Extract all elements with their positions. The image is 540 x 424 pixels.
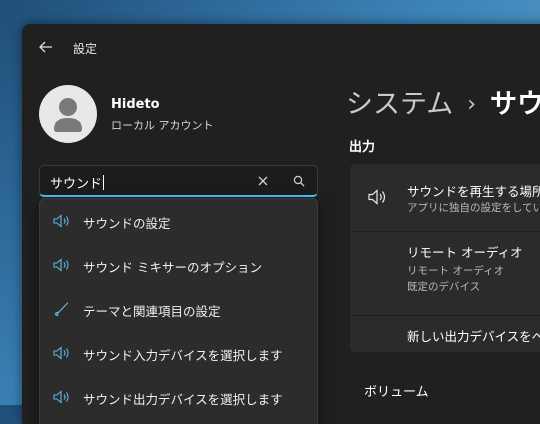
- speaker-icon: [52, 344, 72, 362]
- search-input[interactable]: サウンド: [50, 177, 102, 192]
- pair-new-output-row[interactable]: 新しい出力デバイスをペア: [350, 316, 540, 352]
- user-name: Hideto: [111, 97, 160, 112]
- row-subtitle: リモート オーディオ: [407, 265, 505, 277]
- suggestion-item[interactable]: テーマと関連項目の設定: [40, 289, 317, 329]
- suggestion-item[interactable]: サウンドの設定: [40, 201, 317, 241]
- breadcrumb: システム › サウン: [346, 82, 540, 121]
- window-title: 設定: [73, 42, 98, 56]
- text-caret: [103, 175, 105, 190]
- speaker-icon: [52, 256, 72, 274]
- row-title: 新しい出力デバイスをペア: [407, 329, 540, 344]
- remote-audio-row[interactable]: リモート オーディオ リモート オーディオ 既定のデバイス: [350, 232, 540, 315]
- breadcrumb-separator: ›: [467, 92, 477, 117]
- brush-icon: [52, 300, 72, 318]
- suggestion-label: サウンド出力デバイスを選択します: [83, 392, 283, 407]
- search-box[interactable]: サウンド: [39, 165, 318, 197]
- back-button[interactable]: [34, 36, 58, 58]
- breadcrumb-parent[interactable]: システム: [346, 89, 453, 120]
- suggestion-item[interactable]: サウンド出力デバイスを選択します: [40, 377, 317, 417]
- suggestion-label: サウンド入力デバイスを選択します: [83, 348, 283, 363]
- title-bar: 設定: [22, 24, 540, 70]
- search-icon: [293, 175, 305, 187]
- speaker-icon: [52, 212, 72, 230]
- row-subtitle-default: 既定のデバイス: [407, 281, 481, 293]
- output-device-row[interactable]: サウンドを再生する場所 アプリに独自の設定をしてい: [350, 164, 540, 231]
- row-title: リモート オーディオ: [407, 245, 523, 260]
- search-input-wrap[interactable]: サウンド: [50, 173, 105, 192]
- search-suggestions: サウンドの設定 サウンド ミキサーのオプション テーマと関連項目の設定 サウンド…: [39, 198, 318, 424]
- suggestion-item[interactable]: サウンド入力デバイスを選択します: [40, 333, 317, 373]
- suggestion-label: テーマと関連項目の設定: [83, 304, 221, 319]
- speaker-icon: [52, 388, 72, 406]
- page-title: サウン: [490, 89, 540, 120]
- search-button[interactable]: [291, 173, 307, 189]
- speaker-icon: [367, 187, 389, 207]
- avatar[interactable]: [39, 85, 97, 143]
- output-heading: 出力: [349, 140, 376, 155]
- row-subtitle: アプリに独自の設定をしてい: [407, 202, 540, 214]
- settings-window: 設定 Hideto ローカル アカウント サウンド サウンドの設定 サウンド ミ…: [22, 24, 540, 424]
- suggestion-label: サウンドの設定: [83, 216, 171, 231]
- close-icon: [258, 176, 268, 186]
- clear-search-button[interactable]: [255, 173, 271, 189]
- suggestion-item[interactable]: サウンド ミキサーのオプション: [40, 245, 317, 285]
- account-type: ローカル アカウント: [111, 119, 214, 132]
- user-silhouette-icon: [54, 98, 82, 132]
- volume-heading: ボリューム: [364, 385, 429, 400]
- suggestion-label: サウンド ミキサーのオプション: [83, 260, 262, 275]
- row-title: サウンドを再生する場所: [407, 184, 540, 199]
- back-arrow-icon: [39, 41, 52, 53]
